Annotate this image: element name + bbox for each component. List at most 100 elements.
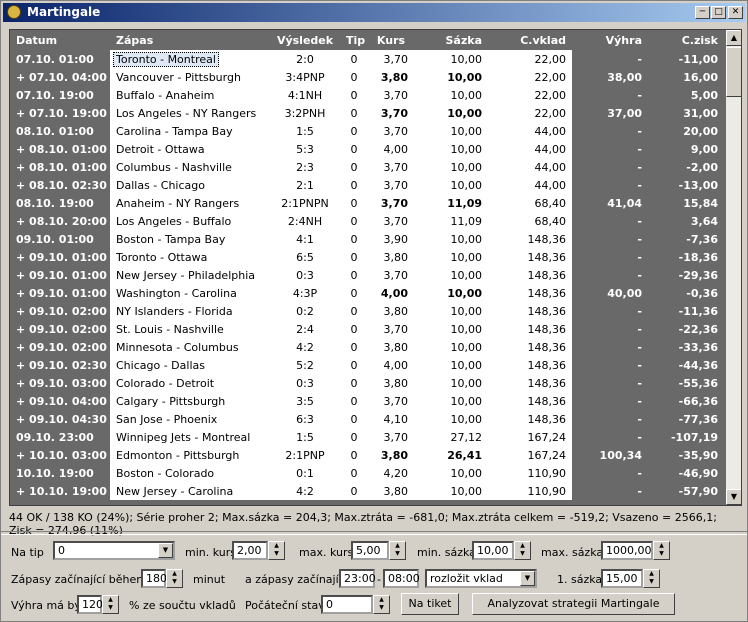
- cell-zapas[interactable]: Carolina - Tampa Bay: [110, 122, 270, 140]
- cell-datum[interactable]: 07.10. 19:00: [10, 86, 110, 104]
- table-row[interactable]: + 09.10. 01:00 Toronto - Ottawa 6:5 0 3,80 10…: [10, 248, 724, 266]
- cell-kurs[interactable]: 3,70: [368, 320, 414, 338]
- cell-sazka[interactable]: 10,00: [414, 248, 488, 266]
- cell-kurs[interactable]: 3,80: [368, 302, 414, 320]
- zapasy-input[interactable]: 180: [141, 569, 167, 588]
- cell-vyhra[interactable]: -: [572, 410, 648, 428]
- cell-kurs[interactable]: 3,70: [368, 428, 414, 446]
- cell-datum[interactable]: + 09.10. 04:00: [10, 392, 110, 410]
- cell-zapas[interactable]: Anaheim - NY Rangers: [110, 194, 270, 212]
- cell-czisk[interactable]: -57,90: [648, 482, 724, 500]
- cell-cvklad[interactable]: 22,00: [488, 104, 572, 122]
- cell-vyhra[interactable]: -: [572, 140, 648, 158]
- cell-tip[interactable]: 0: [340, 230, 368, 248]
- cell-kurs[interactable]: 3,80: [368, 482, 414, 500]
- cell-vyhra[interactable]: -: [572, 338, 648, 356]
- cell-zapas[interactable]: Toronto - Montreal: [110, 50, 270, 68]
- table-row[interactable]: + 08.10. 01:00 Columbus - Nashville 2:3 0 3,…: [10, 158, 724, 176]
- cell-cvklad[interactable]: 68,40: [488, 194, 572, 212]
- cell-sazka[interactable]: 11,09: [414, 194, 488, 212]
- cell-vysledek[interactable]: 4:3P: [270, 284, 340, 302]
- table-row[interactable]: 09.10. 23:00 Winnipeg Jets - Montreal 1:5 0…: [10, 428, 724, 446]
- cell-vyhra[interactable]: -: [572, 482, 648, 500]
- cell-czisk[interactable]: -66,36: [648, 392, 724, 410]
- cell-cvklad[interactable]: 148,36: [488, 320, 572, 338]
- col-header-sazka[interactable]: Sázka: [414, 30, 488, 50]
- cell-tip[interactable]: 0: [340, 158, 368, 176]
- cell-tip[interactable]: 0: [340, 428, 368, 446]
- cell-tip[interactable]: 0: [340, 446, 368, 464]
- table-row[interactable]: + 09.10. 03:00 Colorado - Detroit 0:3 0 3,80…: [10, 374, 724, 392]
- cell-tip[interactable]: 0: [340, 374, 368, 392]
- zapasy-spin-icon[interactable]: ▲ ▼: [166, 569, 183, 588]
- vyhra-spin-icon[interactable]: ▲ ▼: [102, 595, 119, 614]
- cell-kurs[interactable]: 3,80: [368, 446, 414, 464]
- cell-cvklad[interactable]: 22,00: [488, 68, 572, 86]
- cell-cvklad[interactable]: 44,00: [488, 122, 572, 140]
- cell-zapas[interactable]: Boston - Colorado: [110, 464, 270, 482]
- cell-vysledek[interactable]: 1:5: [270, 122, 340, 140]
- cell-kurs[interactable]: 3,70: [368, 266, 414, 284]
- cell-sazka[interactable]: 10,00: [414, 356, 488, 374]
- cell-sazka[interactable]: 10,00: [414, 392, 488, 410]
- cell-czisk[interactable]: -46,90: [648, 464, 724, 482]
- cell-vysledek[interactable]: 2:4: [270, 320, 340, 338]
- cell-cvklad[interactable]: 22,00: [488, 50, 572, 68]
- cell-kurs[interactable]: 4,00: [368, 140, 414, 158]
- cell-czisk[interactable]: 16,00: [648, 68, 724, 86]
- cell-cvklad[interactable]: 44,00: [488, 140, 572, 158]
- cell-zapas[interactable]: NY Islanders - Florida: [110, 302, 270, 320]
- cell-tip[interactable]: 0: [340, 338, 368, 356]
- cell-sazka[interactable]: 10,00: [414, 302, 488, 320]
- chevron-down-icon[interactable]: ▼: [158, 543, 173, 558]
- table-row[interactable]: + 09.10. 02:00 St. Louis - Nashville 2:4 0 3…: [10, 320, 724, 338]
- cell-vysledek[interactable]: 2:3: [270, 158, 340, 176]
- cell-czisk[interactable]: -22,36: [648, 320, 724, 338]
- table-row[interactable]: + 07.10. 19:00 Los Angeles - NY Rangers 3:…: [10, 104, 724, 122]
- max-sazka-spin-icon[interactable]: ▲ ▼: [653, 541, 670, 560]
- cell-cvklad[interactable]: 167,24: [488, 446, 572, 464]
- cell-kurs[interactable]: 3,70: [368, 86, 414, 104]
- table-row[interactable]: + 08.10. 01:00 Detroit - Ottawa 5:3 0 4,00 10…: [10, 140, 724, 158]
- cell-zapas[interactable]: Winnipeg Jets - Montreal: [110, 428, 270, 446]
- col-header-vyhra[interactable]: Výhra: [572, 30, 648, 50]
- cell-czisk[interactable]: -44,36: [648, 356, 724, 374]
- cell-datum[interactable]: + 07.10. 19:00: [10, 104, 110, 122]
- cell-vyhra[interactable]: -: [572, 356, 648, 374]
- cell-cvklad[interactable]: 148,36: [488, 356, 572, 374]
- cell-zapas[interactable]: New Jersey - Philadelphia: [110, 266, 270, 284]
- cell-vysledek[interactable]: 6:3: [270, 410, 340, 428]
- min-sazka-input[interactable]: 10,00: [472, 541, 514, 560]
- cell-czisk[interactable]: -35,90: [648, 446, 724, 464]
- cell-zapas[interactable]: Boston - Tampa Bay: [110, 230, 270, 248]
- cell-vysledek[interactable]: 0:2: [270, 302, 340, 320]
- cell-sazka[interactable]: 10,00: [414, 338, 488, 356]
- cell-cvklad[interactable]: 148,36: [488, 248, 572, 266]
- cell-vysledek[interactable]: 5:2: [270, 356, 340, 374]
- cell-kurs[interactable]: 3,70: [368, 194, 414, 212]
- cell-sazka[interactable]: 10,00: [414, 230, 488, 248]
- cell-tip[interactable]: 0: [340, 410, 368, 428]
- cell-vysledek[interactable]: 2:0: [270, 50, 340, 68]
- cell-datum[interactable]: + 09.10. 02:00: [10, 302, 110, 320]
- analyze-button[interactable]: Analyzovat strategii Martingale: [472, 593, 675, 615]
- table-row[interactable]: + 10.10. 03:00 Edmonton - Pittsburgh 2:1PN…: [10, 446, 724, 464]
- cell-kurs[interactable]: 3,80: [368, 68, 414, 86]
- cell-datum[interactable]: + 09.10. 02:00: [10, 320, 110, 338]
- cell-kurs[interactable]: 3,80: [368, 374, 414, 392]
- cell-zapas[interactable]: St. Louis - Nashville: [110, 320, 270, 338]
- table-row[interactable]: + 10.10. 19:00 New Jersey - Carolina 4:2 0 3…: [10, 482, 724, 500]
- cell-tip[interactable]: 0: [340, 392, 368, 410]
- cell-kurs[interactable]: 3,90: [368, 230, 414, 248]
- cell-vyhra[interactable]: -: [572, 248, 648, 266]
- selected-cell[interactable]: Toronto - Montreal: [113, 51, 219, 67]
- col-header-czisk[interactable]: C.zisk: [648, 30, 724, 50]
- prvni-sazka-spin-icon[interactable]: ▲ ▼: [643, 569, 660, 588]
- cell-vysledek[interactable]: 3:4PNP: [270, 68, 340, 86]
- cell-czisk[interactable]: -0,36: [648, 284, 724, 302]
- min-kurs-input[interactable]: 2,00: [232, 541, 268, 560]
- cell-vysledek[interactable]: 0:3: [270, 266, 340, 284]
- cell-vysledek[interactable]: 4:2: [270, 482, 340, 500]
- cell-kurs[interactable]: 3,70: [368, 176, 414, 194]
- cell-vyhra[interactable]: -: [572, 86, 648, 104]
